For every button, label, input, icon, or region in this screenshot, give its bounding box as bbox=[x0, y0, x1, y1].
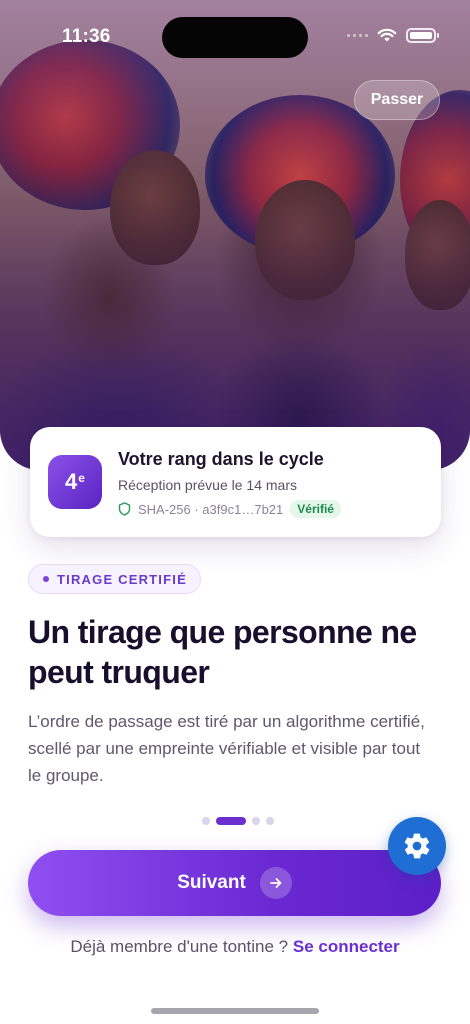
login-prompt-row: Déjà membre d'une tontine ? Se connecter bbox=[0, 937, 470, 957]
page-dot[interactable] bbox=[202, 817, 210, 825]
page-dot[interactable] bbox=[266, 817, 274, 825]
page-title: Un tirage que personne ne peut truquer bbox=[28, 614, 417, 690]
status-time: 11:36 bbox=[62, 26, 111, 47]
verified-badge: Vérifié bbox=[290, 500, 341, 518]
section-tag: TIRAGE CERTIFIÉ bbox=[28, 564, 201, 594]
rank-card: 4e Votre rang dans le cycle Réception pr… bbox=[30, 427, 441, 537]
page-dot-active[interactable] bbox=[216, 817, 246, 825]
signal-icon bbox=[347, 34, 368, 37]
rank-number: 4 bbox=[65, 469, 78, 494]
settings-button[interactable] bbox=[388, 817, 446, 875]
login-prompt: Déjà membre d'une tontine ? bbox=[70, 937, 289, 956]
next-button[interactable]: Suivant bbox=[28, 850, 441, 916]
wifi-icon bbox=[377, 28, 397, 42]
tag-label: TIRAGE CERTIFIÉ bbox=[57, 571, 187, 587]
arrow-right-icon bbox=[259, 867, 292, 899]
skip-button[interactable]: Passer bbox=[354, 80, 440, 120]
status-icons bbox=[347, 28, 439, 43]
hash-value: SHA-256 · a3f9c1…7b21 bbox=[138, 501, 284, 517]
rank-hash-row: SHA-256 · a3f9c1…7b21 Vérifié bbox=[118, 500, 341, 518]
next-button-label: Suivant bbox=[177, 872, 246, 893]
rank-badge: 4e bbox=[48, 455, 102, 509]
description: L’ordre de passage est tiré par un algor… bbox=[28, 712, 425, 785]
rank-title: Votre rang dans le cycle bbox=[118, 449, 324, 469]
hero-photo bbox=[0, 0, 470, 470]
shield-icon bbox=[118, 502, 131, 516]
home-indicator[interactable] bbox=[151, 1008, 319, 1014]
gear-icon bbox=[404, 833, 430, 859]
page-indicator bbox=[202, 817, 274, 825]
hero-overlay bbox=[0, 0, 470, 470]
tag-dot-icon bbox=[43, 576, 49, 582]
battery-icon bbox=[406, 28, 439, 43]
login-link[interactable]: Se connecter bbox=[293, 937, 400, 956]
rank-subtitle: Réception prévue le 14 mars bbox=[118, 477, 297, 493]
rank-suffix: e bbox=[78, 471, 85, 485]
page-dot[interactable] bbox=[252, 817, 260, 825]
dynamic-island bbox=[162, 17, 308, 58]
